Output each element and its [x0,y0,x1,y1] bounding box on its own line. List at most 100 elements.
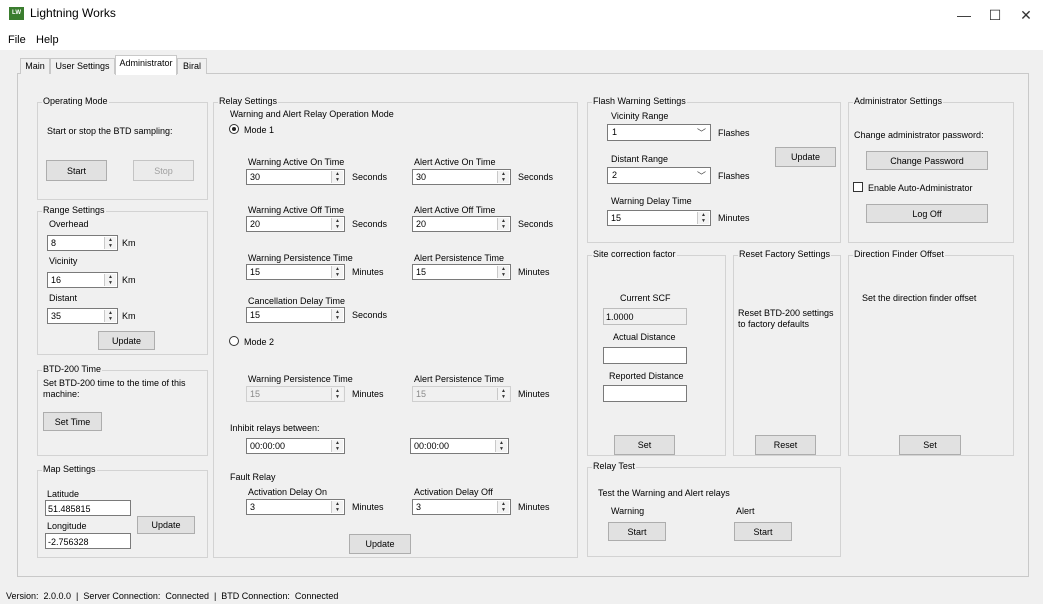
spinner-arrows-icon[interactable]: ▲ ▼ [331,440,343,452]
start-sampling-button[interactable]: Start [46,160,107,181]
vicinity-range-unit: Flashes [718,128,750,138]
map-settings-title: Map Settings [42,464,97,474]
map-update-button[interactable]: Update [137,516,195,534]
menu-bar [0,30,1043,50]
alert-relay-start-button[interactable]: Start [734,522,792,541]
m2-warning-persistence-label: Warning Persistence Time [248,374,353,384]
close-button[interactable]: ✕ [1011,4,1041,26]
spinner-arrows-icon[interactable]: ▲ ▼ [497,171,509,183]
alert-persistence-spinner[interactable]: 15 ▲ ▼ [412,264,511,280]
auto-admin-checkbox[interactable] [853,182,863,192]
operating-mode-title: Operating Mode [42,96,109,106]
menu-help[interactable]: Help [36,34,59,46]
activation-on-value: 3 [250,502,256,512]
spinner-arrows-icon[interactable]: ▲ ▼ [331,501,343,513]
activation-off-spinner[interactable]: 3 ▲ ▼ [412,499,511,515]
longitude-label: Longitude [47,521,87,531]
warning-persistence-unit: Minutes [352,267,384,277]
menu-file[interactable]: File [8,34,26,46]
tab-administrator[interactable]: Administrator [115,55,177,75]
reported-distance-field[interactable] [603,385,687,402]
btd-time-description: Set BTD-200 time to the time of this mac… [43,378,186,399]
inhibit-start-time[interactable]: 00:00:00 ▲ ▼ [246,438,345,454]
mode1-label: Mode 1 [244,125,275,135]
m2-warning-persistence-spinner[interactable]: 15 ▲ ▼ [246,386,345,402]
warning-delay-spinner[interactable]: 15 ▲ ▼ [607,210,711,226]
latitude-field[interactable]: 51.485815 [45,500,131,516]
distant-range-dropdown[interactable]: 2 ﹀ [607,167,711,184]
mode2-radio[interactable] [229,336,239,346]
activation-off-unit: Minutes [518,502,550,512]
inhibit-end-time[interactable]: 00:00:00 ▲ ▼ [410,438,509,454]
scf-set-button[interactable]: Set [614,435,675,455]
flash-update-button[interactable]: Update [775,147,836,167]
activation-on-spinner[interactable]: 3 ▲ ▼ [246,499,345,515]
change-password-button[interactable]: Change Password [866,151,988,170]
admin-settings-title: Administrator Settings [853,96,944,106]
range-update-button[interactable]: Update [98,331,155,350]
inhibit-label: Inhibit relays between: [230,423,320,433]
log-off-button[interactable]: Log Off [866,204,988,223]
alert-active-on-spinner[interactable]: 30 ▲ ▼ [412,169,511,185]
vicinity-range-dropdown[interactable]: 1 ﹀ [607,124,711,141]
spinner-arrows-icon[interactable]: ▲ ▼ [331,218,343,230]
app-logo-icon: LW [9,7,24,20]
activation-on-unit: Minutes [352,502,384,512]
warning-active-on-label: Warning Active On Time [248,157,345,167]
vicinity-label: Vicinity [49,256,78,266]
relay-update-button[interactable]: Update [349,534,411,554]
m2-alert-persistence-value: 15 [416,389,427,399]
warning-active-on-unit: Seconds [352,172,388,182]
stop-sampling-button[interactable]: Stop [133,160,194,181]
alert-active-off-spinner[interactable]: 20 ▲ ▼ [412,216,511,232]
warning-active-off-label: Warning Active Off Time [248,205,345,215]
direction-finder-set-button[interactable]: Set [899,435,961,455]
spinner-arrows-icon[interactable]: ▲ ▼ [104,310,116,322]
spinner-arrows-icon[interactable]: ▲ ▼ [331,388,343,400]
vicinity-range-label: Vicinity Range [611,111,669,121]
cancellation-delay-spinner[interactable]: 15 ▲ ▼ [246,307,345,323]
longitude-field[interactable]: -2.756328 [45,533,131,549]
spinner-arrows-icon[interactable]: ▲ ▼ [331,266,343,278]
spinner-arrows-icon[interactable]: ▲ ▼ [331,171,343,183]
distant-unit: Km [122,311,136,321]
warning-relay-start-button[interactable]: Start [608,522,666,541]
actual-distance-field[interactable] [603,347,687,364]
activation-on-label: Activation Delay On [248,487,328,497]
spinner-arrows-icon[interactable]: ▲ ▼ [697,212,709,224]
alert-active-off-value: 20 [416,219,427,229]
spinner-arrows-icon[interactable]: ▲ ▼ [497,218,509,230]
warning-active-on-spinner[interactable]: 30 ▲ ▼ [246,169,345,185]
maximize-button[interactable]: ☐ [980,4,1010,26]
spinner-arrows-icon[interactable]: ▲ ▼ [495,440,507,452]
actual-distance-label: Actual Distance [613,332,676,342]
chevron-down-icon[interactable]: ﹀ [697,169,706,182]
set-time-button[interactable]: Set Time [43,412,102,431]
distant-spinner[interactable]: 35 ▲ ▼ [47,308,118,324]
minimize-button[interactable]: — [949,4,979,26]
distant-range-label: Distant Range [611,154,669,164]
alert-persistence-unit: Minutes [518,267,550,277]
current-scf-label: Current SCF [620,293,671,303]
tab-biral[interactable]: Biral [177,58,207,74]
tab-user-settings[interactable]: User Settings [50,58,115,74]
tab-main[interactable]: Main [20,58,50,74]
spinner-arrows-icon[interactable]: ▲ ▼ [104,237,116,249]
direction-finder-description: Set the direction finder offset [862,293,977,303]
overhead-spinner[interactable]: 8 ▲ ▼ [47,235,118,251]
warning-persistence-spinner[interactable]: 15 ▲ ▼ [246,264,345,280]
fault-relay-label: Fault Relay [230,472,276,482]
reset-button[interactable]: Reset [755,435,816,455]
vicinity-spinner[interactable]: 16 ▲ ▼ [47,272,118,288]
site-correction-title: Site correction factor [592,249,677,259]
alert-persistence-value: 15 [416,267,427,277]
mode1-radio[interactable] [229,124,239,134]
m2-alert-persistence-spinner[interactable]: 15 ▲ ▼ [412,386,511,402]
spinner-arrows-icon[interactable]: ▲ ▼ [497,266,509,278]
spinner-arrows-icon[interactable]: ▲ ▼ [104,274,116,286]
spinner-arrows-icon[interactable]: ▲ ▼ [331,309,343,321]
warning-active-off-spinner[interactable]: 20 ▲ ▼ [246,216,345,232]
chevron-down-icon[interactable]: ﹀ [697,126,706,139]
spinner-arrows-icon[interactable]: ▲ ▼ [497,501,509,513]
spinner-arrows-icon[interactable]: ▲ ▼ [497,388,509,400]
